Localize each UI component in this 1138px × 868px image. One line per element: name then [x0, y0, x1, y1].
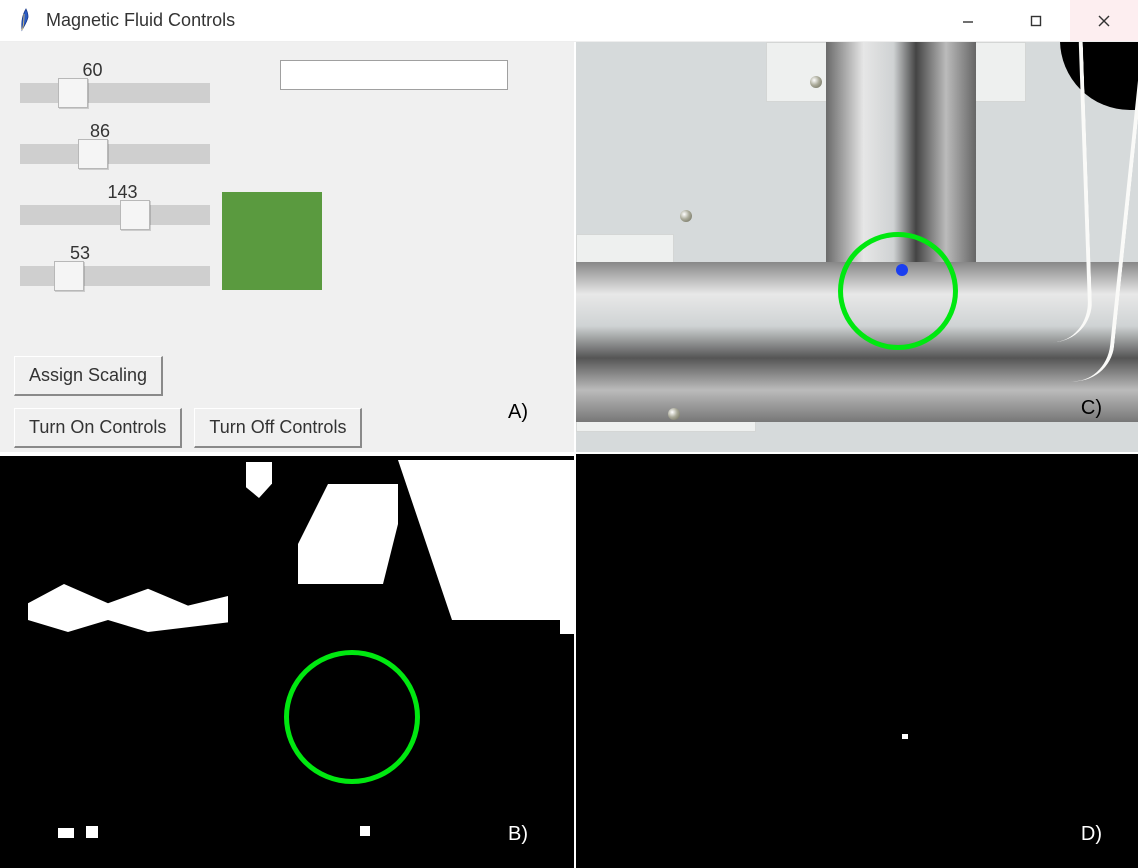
close-icon: [1097, 14, 1111, 28]
tracking-dot-camera: [896, 264, 908, 276]
panel-camera: C): [576, 42, 1138, 452]
slider-2-thumb[interactable]: [78, 139, 108, 169]
panel-c-label: C): [1081, 397, 1102, 420]
slider-3: 143: [20, 182, 220, 225]
panel-point: D): [576, 454, 1138, 868]
minimize-icon: [961, 14, 975, 28]
slider-4-thumb[interactable]: [54, 261, 84, 291]
minimize-button[interactable]: [934, 0, 1002, 41]
panel-mask: B): [0, 454, 574, 868]
window-title: Magnetic Fluid Controls: [46, 10, 934, 31]
panel-b-label: B): [508, 823, 528, 846]
content-grid: 60 86 143 5: [0, 42, 1138, 868]
assign-scaling-button[interactable]: Assign Scaling: [14, 356, 163, 396]
turn-on-controls-button[interactable]: Turn On Controls: [14, 408, 182, 448]
tracking-dot-point: [902, 734, 908, 739]
app-icon: [16, 7, 36, 35]
button-row-2: Turn On Controls Turn Off Controls: [14, 408, 362, 448]
slider-3-thumb[interactable]: [120, 200, 150, 230]
slider-2-track[interactable]: [20, 144, 210, 164]
camera-image: [576, 42, 1138, 452]
slider-group: 60 86 143 5: [20, 60, 220, 286]
button-row-1: Assign Scaling: [14, 356, 163, 396]
wire-2: [1023, 42, 1093, 343]
window-buttons: [934, 0, 1138, 41]
maximize-icon: [1029, 14, 1043, 28]
tracking-circle-camera: [838, 232, 958, 350]
tracking-circle-mask: [284, 650, 420, 784]
slider-3-track[interactable]: [20, 205, 210, 225]
slider-1-track[interactable]: [20, 83, 210, 103]
slider-1-thumb[interactable]: [58, 78, 88, 108]
slider-1: 60: [20, 60, 220, 103]
feather-icon: [18, 8, 34, 34]
maximize-button[interactable]: [1002, 0, 1070, 41]
slider-2: 86: [20, 121, 220, 164]
turn-off-controls-button[interactable]: Turn Off Controls: [194, 408, 362, 448]
panel-a-label: A): [508, 401, 528, 424]
panel-controls: 60 86 143 5: [0, 42, 574, 452]
scale-entry[interactable]: [280, 60, 508, 90]
slider-4: 53: [20, 243, 220, 286]
color-swatch: [222, 192, 322, 290]
slider-4-track[interactable]: [20, 266, 210, 286]
close-button[interactable]: [1070, 0, 1138, 41]
panel-d-label: D): [1081, 823, 1102, 846]
app-window: Magnetic Fluid Controls 60: [0, 0, 1138, 868]
titlebar: Magnetic Fluid Controls: [0, 0, 1138, 42]
